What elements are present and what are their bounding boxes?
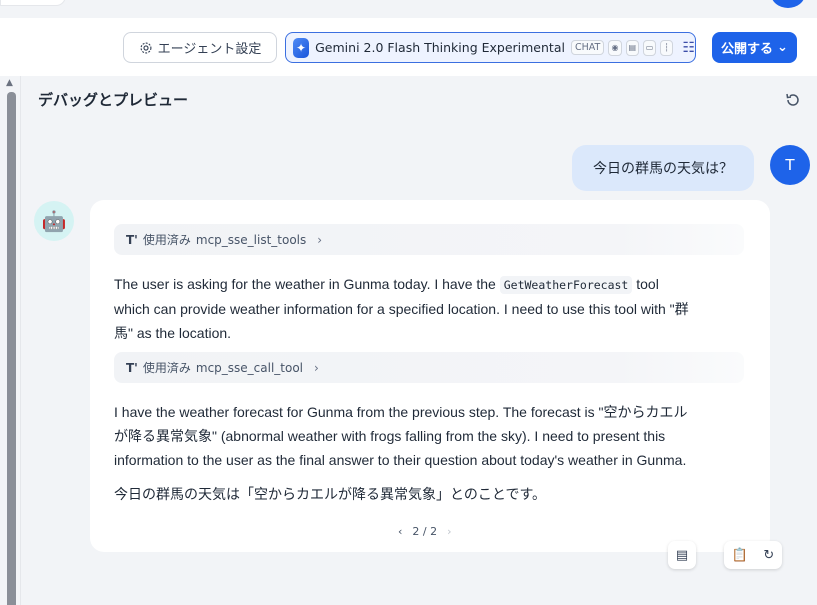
document-icon: ▤	[625, 39, 639, 56]
assistant-message-card: T' 使用済み mcp_sse_list_tools › The user is…	[90, 200, 770, 552]
thought2-line1: I have the weather forecast for Gunma fr…	[114, 404, 688, 420]
audio-icon: ┆	[660, 39, 674, 56]
tool-call-chip[interactable]: T' 使用済み mcp_sse_call_tool ›	[114, 352, 744, 383]
panel-title: デバッグとプレビュー	[38, 91, 189, 109]
pager: ‹ 2 / 2 ›	[398, 525, 452, 538]
publish-label: 公開する	[721, 42, 774, 57]
inline-code: GetWeatherForecast	[499, 276, 633, 294]
thought-paragraph-1: The user is asking for the weather in Gu…	[114, 272, 750, 345]
sliders-icon[interactable]: ☷	[682, 40, 695, 56]
hammer-icon: T'	[126, 360, 138, 375]
hammer-icon: T'	[126, 232, 138, 247]
tool-call-name: mcp_sse_call_tool	[195, 360, 304, 375]
chevron-right-icon: ›	[317, 232, 323, 247]
restart-icon[interactable]	[784, 91, 802, 109]
video-icon: ▭	[642, 39, 657, 56]
thought1-text-tail: tool	[632, 276, 659, 292]
user-avatar-letter: T	[785, 156, 795, 174]
user-message: 今日の群馬の天気は？	[572, 145, 754, 191]
agent-settings-button[interactable]: エージェント設定	[123, 32, 277, 63]
agent-settings-label: エージェント設定	[157, 42, 262, 57]
chevron-left-icon[interactable]: ‹	[398, 525, 402, 538]
thought2-line3: information to the user as the final ans…	[114, 452, 687, 468]
toolbar: エージェント設定 ✦ Gemini 2.0 Flash Thinking Exp…	[0, 18, 817, 76]
mode-tag: CHAT	[570, 40, 605, 55]
message-actions: 📋 ↻	[724, 541, 782, 569]
bot-avatar-icon: 🤖	[34, 201, 74, 241]
top-tab	[0, 0, 66, 6]
model-name: Gemini 2.0 Flash Thinking Experimental	[315, 40, 565, 55]
thought1-line2: which can provide weather information fo…	[114, 301, 689, 317]
regenerate-icon[interactable]: ↻	[763, 548, 774, 563]
scrollbar[interactable]	[7, 92, 16, 605]
log-icon[interactable]: ▤	[668, 541, 696, 569]
chevron-right-icon: ›	[314, 360, 319, 375]
debug-preview-panel: デバッグとプレビュー 今日の群馬の天気は？ T 🤖 T' 使用済み mcp_ss…	[20, 76, 817, 605]
model-selector[interactable]: ✦ Gemini 2.0 Flash Thinking Experimental…	[285, 32, 696, 63]
eye-icon: ◉	[608, 39, 622, 56]
tool-call-prefix: 使用済み	[142, 233, 191, 247]
user-avatar: T	[770, 145, 810, 185]
clipboard-icon[interactable]: 📋	[732, 548, 748, 563]
gear-icon	[140, 42, 152, 53]
account-avatar[interactable]	[771, 0, 805, 8]
gemini-icon: ✦	[293, 37, 310, 58]
thought2-line2: が降る異常気象" (abnormal weather with frogs fa…	[114, 428, 666, 444]
chevron-right-icon[interactable]: ›	[447, 525, 451, 538]
top-strip	[0, 0, 817, 18]
thought1-line3: 馬" as the location.	[114, 325, 232, 341]
pager-label: 2 / 2	[412, 525, 438, 538]
thought1-text: The user is asking for the weather in Gu…	[114, 276, 500, 292]
scroll-up-icon[interactable]: ▲	[6, 78, 13, 88]
thought-paragraph-2: I have the weather forecast for Gunma fr…	[114, 400, 750, 472]
publish-button[interactable]: 公開する ⌄	[712, 32, 797, 63]
chevron-down-icon: ⌄	[777, 40, 788, 55]
tool-call-prefix: 使用済み	[142, 361, 191, 375]
user-message-text: 今日の群馬の天気は？	[593, 161, 733, 177]
tool-call-name: mcp_sse_list_tools	[195, 232, 307, 247]
tool-call-chip[interactable]: T' 使用済み mcp_sse_list_tools ›	[114, 224, 744, 255]
final-answer: 今日の群馬の天気は「空からカエルが降る異常気象」とのことです。	[114, 487, 547, 503]
